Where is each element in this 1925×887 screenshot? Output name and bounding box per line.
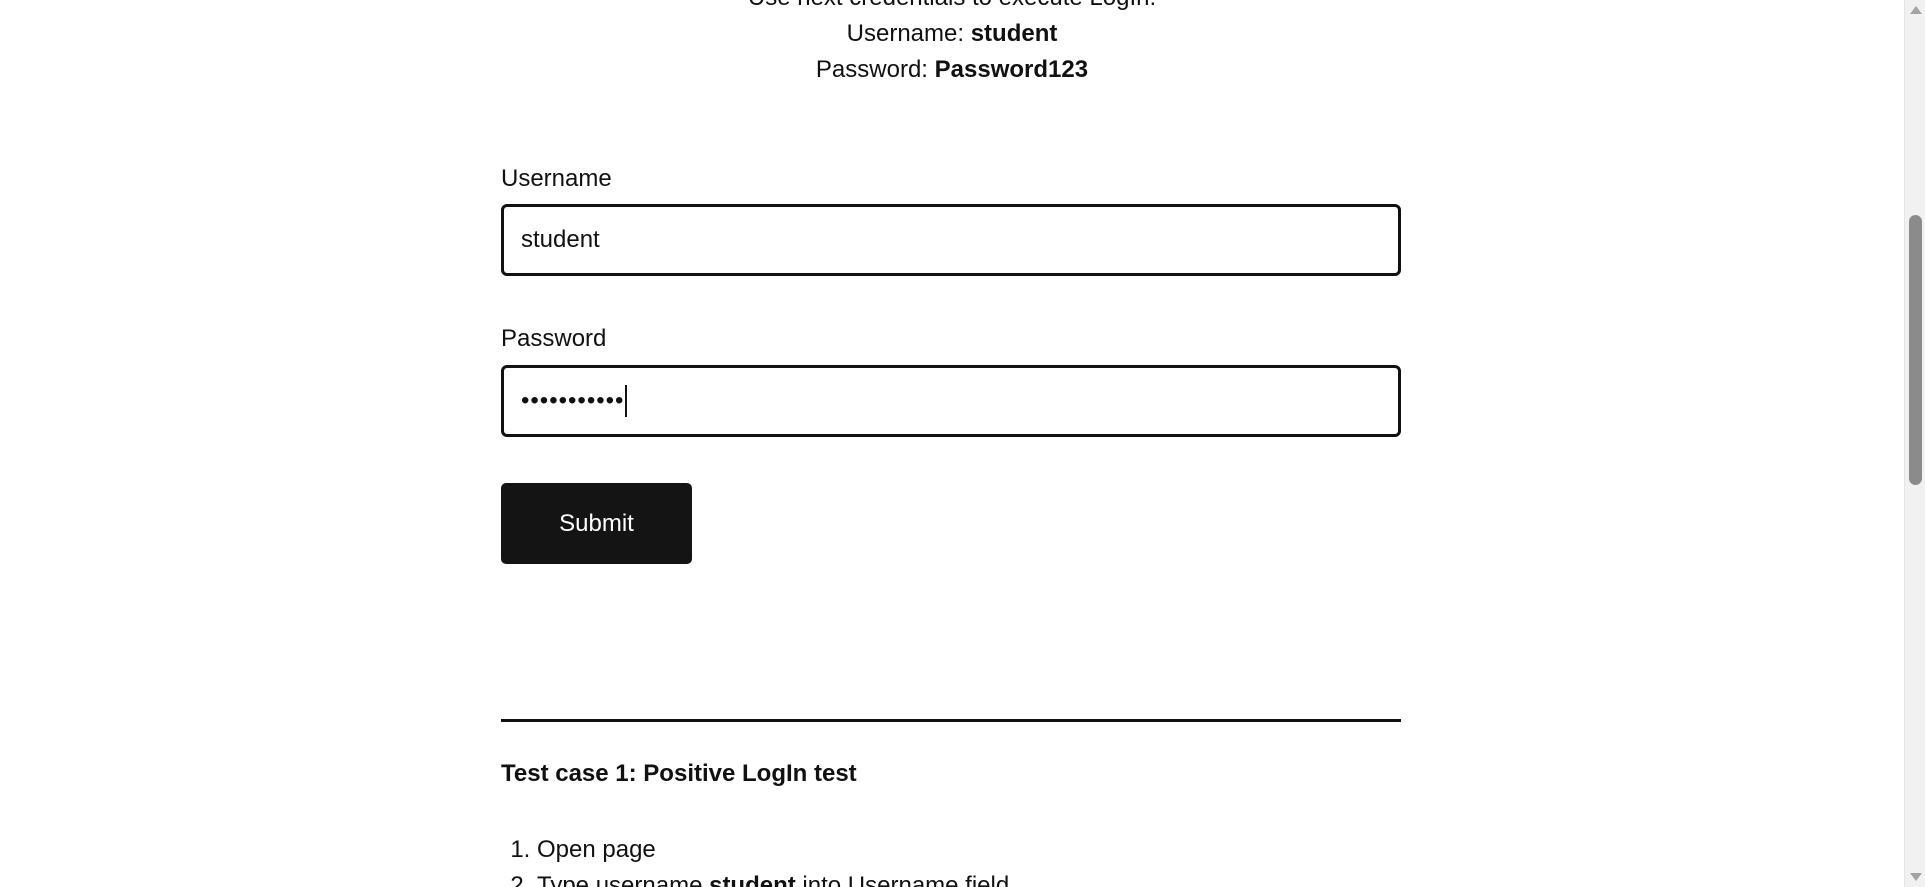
submit-button[interactable]: Submit: [501, 483, 692, 564]
password-label: Password: [501, 325, 607, 352]
scroll-up-arrow-icon[interactable]: [1910, 6, 1922, 14]
test-step-prefix: Type username: [537, 872, 710, 887]
username-label: Username: [501, 165, 612, 192]
browser-viewport: Use next credentials to execute LogIn: U…: [0, 0, 1925, 887]
scroll-down-arrow-icon[interactable]: [1910, 873, 1922, 881]
password-input-value: •••••••••••: [521, 387, 625, 414]
test-case-steps: Open page Type username student into Use…: [501, 832, 1009, 887]
username-input-value: student: [521, 226, 600, 253]
instructions-username-value: student: [970, 20, 1058, 47]
instructions-password-prefix: Password:: [815, 56, 928, 83]
instructions-username-line: Username: student: [0, 16, 1904, 52]
scrollbar-thumb[interactable]: [1909, 215, 1922, 485]
test-step: Open page: [537, 832, 1009, 868]
instructions-intro: Use next credentials to execute LogIn:: [0, 0, 1904, 16]
vertical-scrollbar[interactable]: [1904, 0, 1925, 887]
instructions-username-prefix: Username:: [846, 20, 965, 47]
test-case-title: Test case 1: Positive LogIn test: [501, 760, 857, 787]
page-content: Use next credentials to execute LogIn: U…: [0, 0, 1904, 887]
test-step-suffix: into Username field: [795, 872, 1010, 887]
instructions-password-value: Password123: [934, 56, 1089, 83]
test-step-text: Open page: [537, 836, 656, 863]
text-caret: [625, 385, 628, 417]
section-divider: [501, 719, 1401, 722]
instructions-password-line: Password: Password123: [0, 52, 1904, 88]
username-input[interactable]: student: [501, 204, 1401, 276]
credentials-instructions: Use next credentials to execute LogIn: U…: [0, 0, 1904, 88]
password-input[interactable]: •••••••••••: [501, 365, 1401, 437]
test-step-bold: student: [709, 872, 796, 887]
test-step: Type username student into Username fiel…: [537, 868, 1009, 887]
